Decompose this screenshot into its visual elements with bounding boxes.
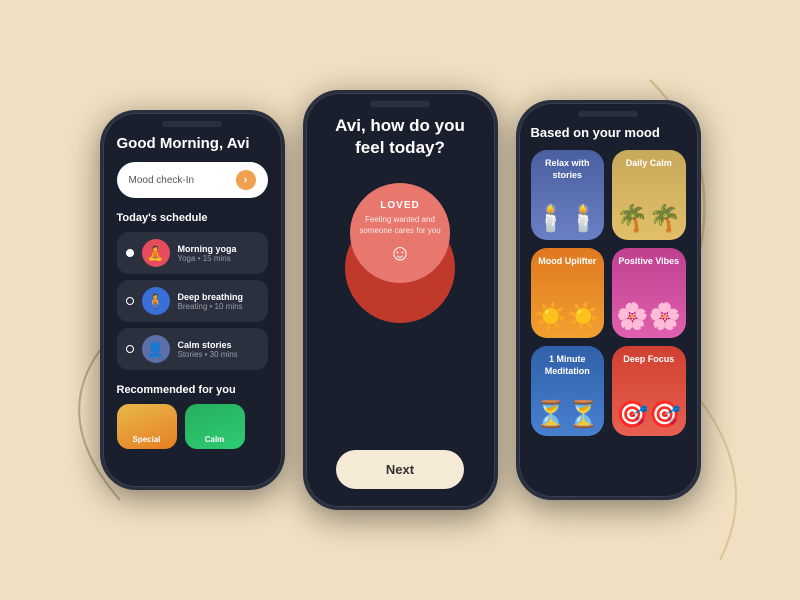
schedule-meta-yoga: Yoga • 15 mins <box>178 254 259 263</box>
schedule-item-yoga[interactable]: 🧘 Morning yoga Yoga • 15 mins <box>117 232 268 274</box>
mood-circle-front: LOVED Feeling wanted and someone cares f… <box>350 183 450 283</box>
schedule-name-breathing: Deep breathing <box>178 292 259 302</box>
recommended-section: Recommended for you Special Calm <box>117 384 268 449</box>
positive-icon: 🌸 <box>616 301 681 332</box>
mood-card-minute-label: 1 Minute Meditation <box>531 354 605 377</box>
mood-card-relax-label: Relax with stories <box>531 158 605 181</box>
rec-card-special-label: Special <box>132 435 160 444</box>
recommended-title: Recommended for you <box>117 384 268 396</box>
schedule-dot-1 <box>126 249 134 257</box>
schedule-meta-stories: Stories • 30 mins <box>178 350 259 359</box>
mood-checkin-bar[interactable]: Mood check-In › <box>117 162 268 198</box>
schedule-avatar-breathing: 🧍 <box>142 287 170 315</box>
phone-schedule: Good Morning, Avi Mood check-In › Today'… <box>100 110 285 490</box>
mood-card-focus[interactable]: Deep Focus 🎯 <box>612 346 686 436</box>
mood-question: Avi, how do you feel today? <box>324 115 477 159</box>
mood-card-daily[interactable]: Daily Calm 🌴 <box>612 150 686 240</box>
schedule-section-title: Today's schedule <box>117 212 268 224</box>
mood-checkin-label: Mood check-In <box>129 175 195 186</box>
schedule-info-yoga: Morning yoga Yoga • 15 mins <box>178 244 259 263</box>
schedule-avatar-stories: 👤 <box>142 335 170 363</box>
phone-mood-check: Avi, how do you feel today? LOVED Feelin… <box>303 90 498 510</box>
mood-card-uplifter-label: Mood Uplifter <box>533 256 601 268</box>
schedule-item-breathing[interactable]: 🧍 Deep breathing Breating • 10 mins <box>117 280 268 322</box>
schedule-info-breathing: Deep breathing Breating • 10 mins <box>178 292 259 311</box>
next-button[interactable]: Next <box>336 450 464 489</box>
schedule-avatar-yoga: 🧘 <box>142 239 170 267</box>
rec-card-calm-label: Calm <box>205 435 225 444</box>
mood-grid: Relax with stories 🕯️ Daily Calm 🌴 Mood … <box>531 150 686 436</box>
mood-card-positive-label: Positive Vibes <box>613 256 684 268</box>
mood-card-positive[interactable]: Positive Vibes 🌸 <box>612 248 686 338</box>
mood-label: LOVED <box>380 200 419 211</box>
mood-card-uplifter[interactable]: Mood Uplifter ☀️ <box>531 248 605 338</box>
schedule-meta-breathing: Breating • 10 mins <box>178 302 259 311</box>
mood-description: Feeling wanted and someone cares for you <box>350 215 450 236</box>
mood-checkin-arrow[interactable]: › <box>236 170 256 190</box>
mood-card-minute[interactable]: 1 Minute Meditation ⏳ <box>531 346 605 436</box>
schedule-item-stories[interactable]: 👤 Calm stories Stories • 30 mins <box>117 328 268 370</box>
mood-card-focus-label: Deep Focus <box>618 354 679 366</box>
greeting-text: Good Morning, Avi <box>117 135 268 152</box>
phone-recommendations: Based on your mood Relax with stories 🕯️… <box>516 100 701 500</box>
mood-illustration: LOVED Feeling wanted and someone cares f… <box>335 183 465 323</box>
phones-container: Good Morning, Avi Mood check-In › Today'… <box>100 90 701 510</box>
mood-smile-icon: ☺ <box>389 240 411 266</box>
schedule-info-stories: Calm stories Stories • 30 mins <box>178 340 259 359</box>
focus-icon: 🎯 <box>616 399 681 430</box>
daily-icon: 🌴 <box>616 203 681 234</box>
mood-section-title: Based on your mood <box>531 125 686 140</box>
schedule-dot-2 <box>126 297 134 305</box>
relax-icon: 🕯️ <box>535 203 600 234</box>
recommended-cards: Special Calm <box>117 404 268 449</box>
schedule-name-yoga: Morning yoga <box>178 244 259 254</box>
mood-card-daily-label: Daily Calm <box>621 158 677 170</box>
rec-card-calm[interactable]: Calm <box>185 404 245 449</box>
minute-icon: ⏳ <box>535 399 600 430</box>
rec-card-special[interactable]: Special <box>117 404 177 449</box>
schedule-list: 🧘 Morning yoga Yoga • 15 mins 🧍 Deep bre… <box>117 232 268 370</box>
schedule-name-stories: Calm stories <box>178 340 259 350</box>
mood-card-relax[interactable]: Relax with stories 🕯️ <box>531 150 605 240</box>
schedule-dot-3 <box>126 345 134 353</box>
uplifter-icon: ☀️ <box>535 301 600 332</box>
